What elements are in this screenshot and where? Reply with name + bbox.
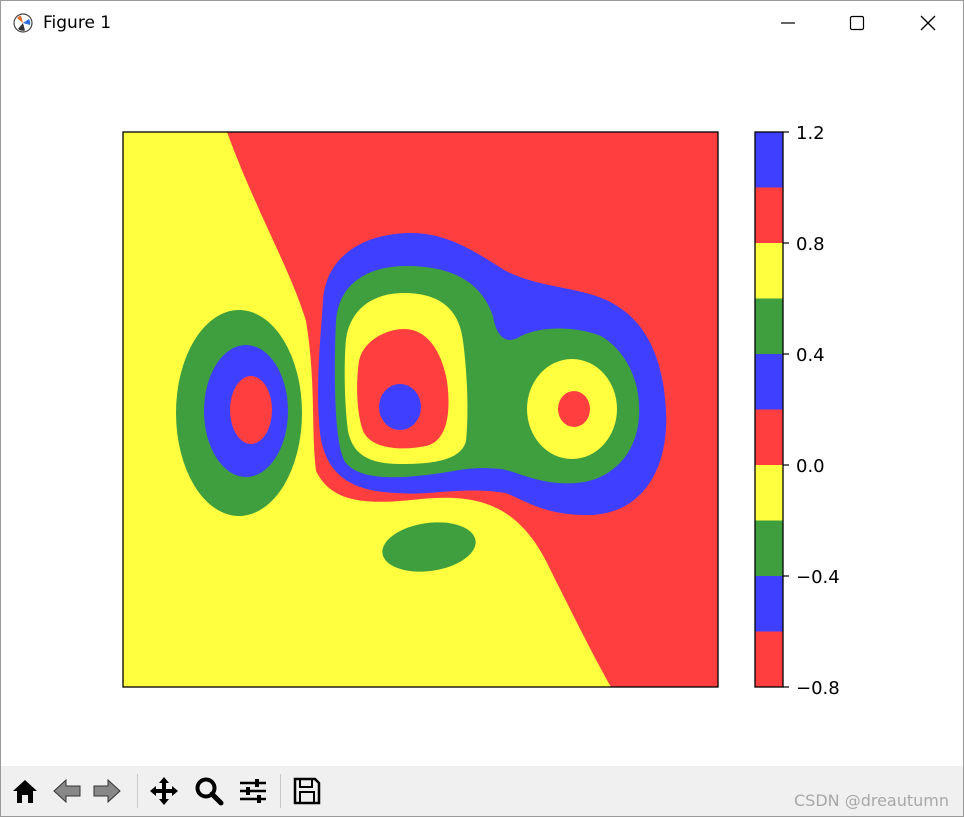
minimize-icon (781, 22, 795, 24)
save-button[interactable] (289, 772, 325, 810)
contour-right-red (558, 391, 590, 427)
colorbar-tick-label: 0.4 (796, 345, 825, 366)
colorbar-tick-label: −0.4 (796, 567, 840, 588)
colorbar-tick-label: 1.2 (796, 123, 825, 144)
maximize-button[interactable] (826, 1, 888, 45)
back-icon (53, 778, 81, 804)
colorbar (755, 132, 783, 687)
plot-svg: 1.2 0.8 0.4 0.0 −0.4 −0.8 (122, 123, 840, 699)
colorbar-tick-label: 0.0 (796, 456, 825, 477)
colorbar-band (755, 187, 783, 243)
minimize-button[interactable] (757, 1, 819, 45)
close-button[interactable] (897, 1, 959, 45)
titlebar: Figure 1 (1, 1, 963, 45)
colorbar-band (755, 298, 783, 354)
colorbar-tick-labels: 1.2 0.8 0.4 0.0 −0.4 −0.8 (796, 123, 840, 699)
colorbar-band (755, 520, 783, 576)
contour-blue-center (379, 384, 421, 430)
forward-icon (93, 778, 121, 804)
home-button[interactable] (7, 772, 43, 810)
forward-button[interactable] (89, 772, 125, 810)
matplotlib-app-icon (13, 13, 33, 33)
colorbar-band (755, 631, 783, 687)
zoom-button[interactable] (191, 772, 227, 810)
colorbar-band (755, 354, 783, 410)
pan-icon (150, 777, 178, 805)
pan-button[interactable] (146, 772, 182, 810)
toolbar-separator (280, 774, 281, 808)
back-button[interactable] (49, 772, 85, 810)
colorbar-band (755, 243, 783, 299)
figure-canvas[interactable]: 1.2 0.8 0.4 0.0 −0.4 −0.8 (1, 45, 963, 765)
home-icon (13, 780, 37, 803)
colorbar-band (755, 576, 783, 632)
colorbar-band (755, 132, 783, 188)
save-icon (293, 777, 321, 805)
contour-plot (123, 132, 718, 687)
figure-window: Figure 1 1.2 0.8 0.4 0.0 −0.4 −0.8 CSDN … (0, 0, 964, 817)
colorbar-band (755, 465, 783, 521)
toolbar-separator (137, 774, 138, 808)
maximize-icon (849, 15, 865, 31)
window-title: Figure 1 (43, 13, 112, 33)
colorbar-ticks (783, 131, 789, 688)
colorbar-tick-label: 0.8 (796, 234, 825, 255)
colorbar-tick-label: −0.8 (796, 678, 840, 699)
zoom-icon (195, 777, 224, 806)
contour-left-red (230, 376, 272, 444)
colorbar-band (755, 409, 783, 465)
configure-subplots-button[interactable] (235, 772, 271, 810)
configure-subplots-icon (240, 779, 266, 803)
close-icon (920, 15, 936, 31)
watermark-text: CSDN @dreautumn (793, 791, 949, 810)
